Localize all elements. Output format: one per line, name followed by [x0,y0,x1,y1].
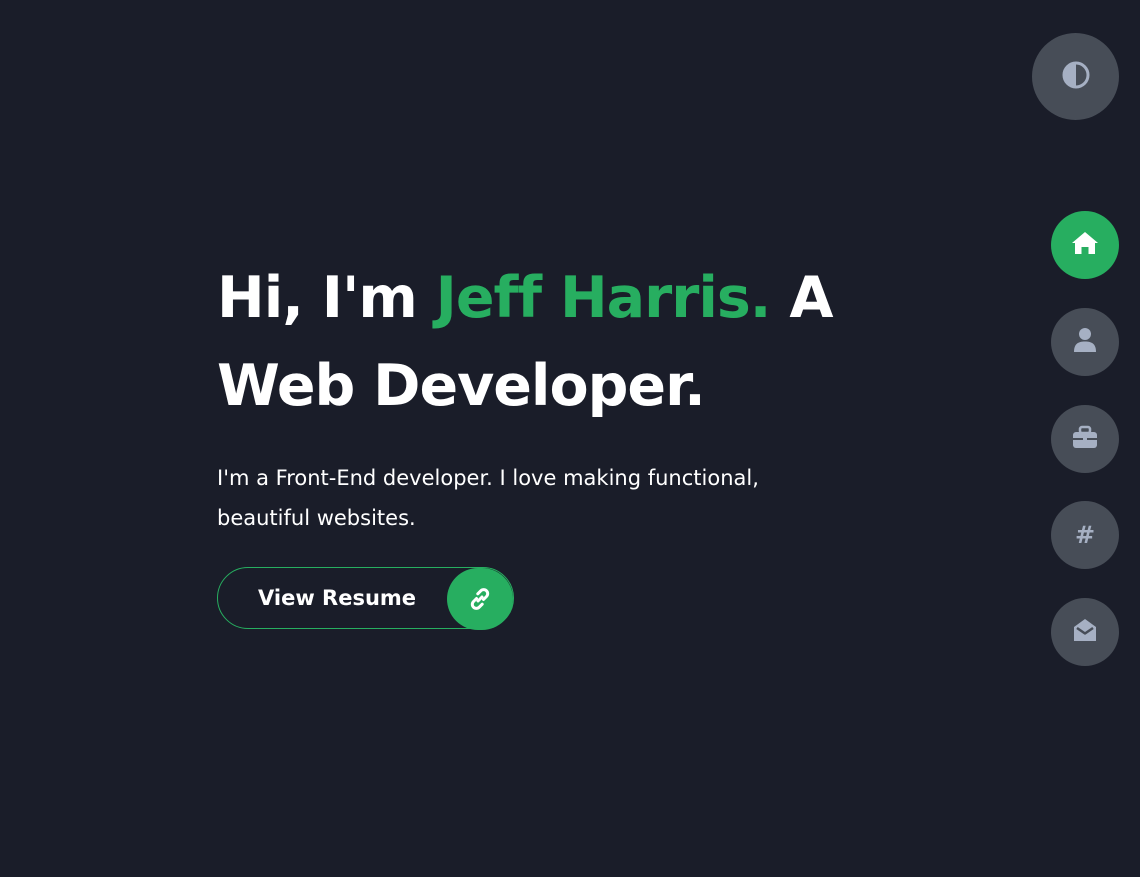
headline-role: Web Developer. [217,353,706,419]
hashtag-icon: # [1074,521,1096,549]
view-resume-label: View Resume [258,586,417,610]
page: Hi, I'm Jeff Harris. A Web Developer. I'm… [0,0,1140,877]
nav-home-button[interactable] [1051,211,1119,279]
hero-description: I'm a Front-End developer. I love making… [217,466,759,530]
headline-line1-rest: A [770,265,833,331]
nav-contact-button[interactable] [1051,598,1119,666]
nav-blog-button[interactable]: # [1051,501,1119,569]
user-icon [1072,326,1098,358]
hero-section: Hi, I'm Jeff Harris. A Web Developer. I'm… [217,254,857,630]
nav-about-button[interactable] [1051,308,1119,376]
nav-portfolio-button[interactable] [1051,405,1119,473]
envelope-open-icon [1071,616,1099,648]
link-icon [447,568,513,630]
briefcase-icon [1071,424,1099,454]
headline-name: Jeff Harris. [435,265,772,331]
theme-toggle-button[interactable] [1032,33,1119,120]
view-resume-button[interactable]: View Resume [217,567,514,630]
hero-headline: Hi, I'm Jeff Harris. A Web Developer. [217,254,857,430]
contrast-icon [1062,61,1090,93]
home-icon [1070,229,1100,261]
headline-greeting: Hi, I'm [217,265,436,331]
